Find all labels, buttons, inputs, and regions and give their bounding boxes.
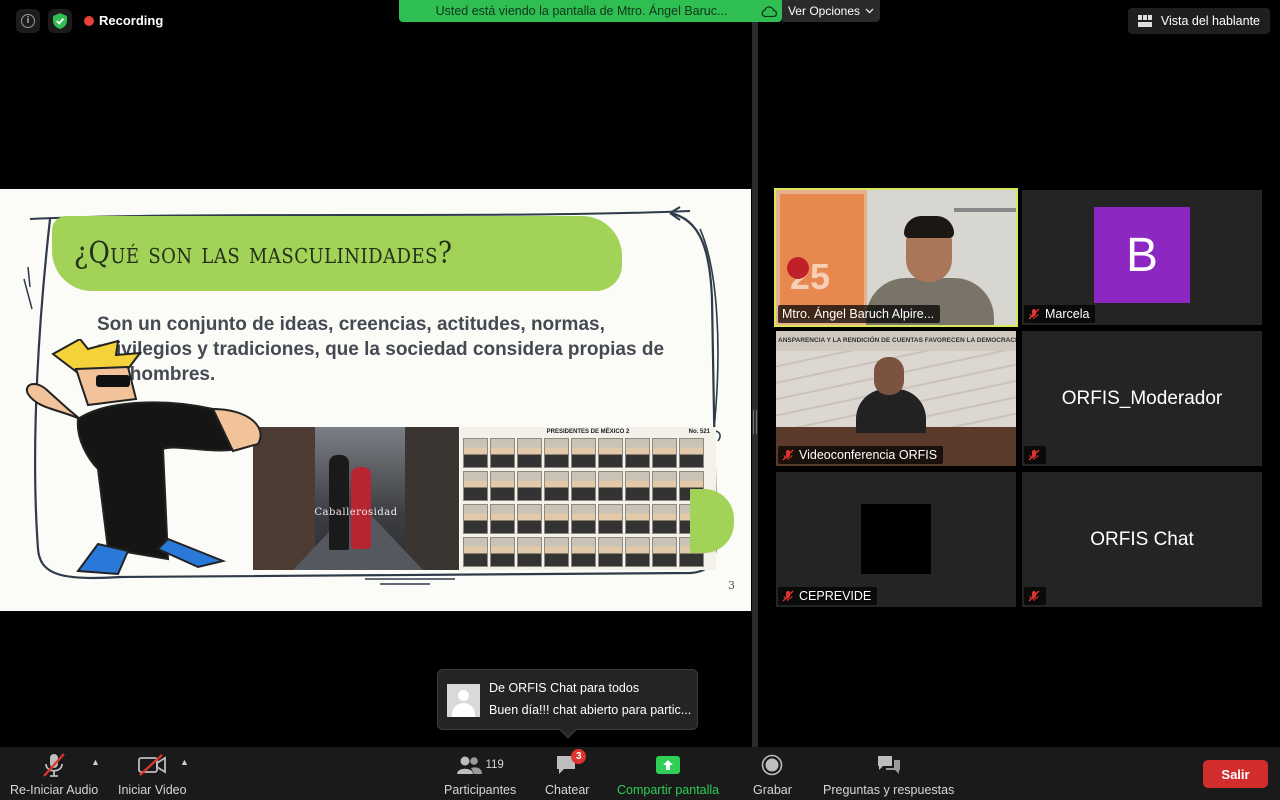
avatar [447,684,480,717]
record-icon [762,754,783,776]
shield-check-icon [53,13,67,29]
participants-icon [457,756,483,774]
chat-notification[interactable]: De ORFIS Chat para todos Buen día!!! cha… [437,669,698,739]
participant-display-name: ORFIS_Moderador [1061,387,1223,409]
share-screen-label: Compartir pantalla [617,783,720,797]
speaker-view-label: Vista del hablante [1160,14,1260,28]
qa-button[interactable]: Preguntas y respuestas [823,751,954,797]
participant-name: Mtro. Ángel Baruch Alpire... [782,307,935,321]
recording-indicator[interactable]: Recording [84,13,163,28]
info-button[interactable]: i [16,9,40,33]
chat-sender: De ORFIS Chat para todos [489,681,640,695]
mic-muted-icon [782,449,794,461]
presidents-poster: PRESIDENTES DE MÉXICO 2 No. 521 [460,427,716,570]
top-bar: i Recording Usted está viendo la pantall… [0,0,1280,42]
info-icon: i [21,14,35,28]
slide-title: ¿Qué son las masculinidades? [74,236,453,272]
participant-name-tag: CEPREVIDE [778,587,878,605]
audio-options-caret-icon[interactable]: ▲ [91,757,101,767]
chat-button[interactable]: 3 Chatear [545,749,590,797]
video-options-caret-icon[interactable]: ▲ [180,757,190,767]
video-off-placeholder [861,504,931,574]
couple-photo: Caballerosidad [253,427,459,570]
chat-unread-badge: 3 [571,749,587,764]
split-view-divider[interactable] [752,22,758,747]
grid-view-icon [1137,15,1152,27]
drag-handle-icon [753,410,757,434]
leave-button[interactable]: Salir [1203,760,1268,788]
recording-label: Recording [99,13,164,28]
audio-button[interactable]: Re-Iniciar Audio [10,751,98,797]
video-tile[interactable]: CEPREVIDE [776,472,1016,607]
participants-count: 119 [485,759,504,771]
record-button[interactable]: Grabar [753,751,792,797]
share-screen-button[interactable]: Compartir pantalla [617,751,719,797]
participant-display-name: ORFIS Chat [1090,528,1194,550]
participant-name: Marcela [1045,307,1090,321]
video-tile[interactable]: ORFIS Chat [1022,472,1262,607]
mic-muted-icon [782,590,794,602]
participant-name: Videoconferencia ORFIS [799,448,938,462]
video-tile[interactable]: ORFIS_Moderador [1022,331,1262,466]
security-button[interactable] [48,9,72,33]
mic-muted-icon [1028,449,1040,461]
view-options-label: Ver Opciones [787,4,861,18]
participant-name-tag: Marcela [1024,305,1096,323]
qa-label: Preguntas y respuestas [823,783,955,797]
video-tile[interactable]: ANSPARENCIA Y LA RENDICIÓN DE CUENTAS FA… [776,331,1016,466]
recording-dot-icon [84,15,94,26]
view-options-dropdown[interactable]: Ver Opciones [782,0,880,22]
screen-share-banner: Usted está viendo la pantalla de Mtro. Á… [399,0,782,22]
video-button[interactable]: Iniciar Video [118,751,187,797]
cartoon-character-illustration [25,339,262,576]
participant-name-tag [1024,446,1046,464]
presidents-header: PRESIDENTES DE MÉXICO 2 [546,429,630,435]
participant-name-tag: Mtro. Ángel Baruch Alpire... [778,305,941,323]
speaker-view-button[interactable]: Vista del hablante [1127,8,1270,34]
shared-screen[interactable]: ¿Qué son las masculinidades? Son un conj… [0,189,751,611]
mic-muted-icon [1028,308,1040,320]
video-button-label: Iniciar Video [118,783,187,797]
participants-button[interactable]: 119 Participantes [444,751,516,797]
avatar: B [1094,207,1190,303]
slide-page-number: 3 [728,579,735,592]
photo-caption: Caballerosidad [314,507,398,518]
share-screen-icon [656,756,681,774]
video-banner-text: ANSPARENCIA Y LA RENDICIÓN DE CUENTAS FA… [776,331,1016,351]
video-tile[interactable]: B Marcela [1022,190,1262,325]
participants-label: Participantes [444,783,517,797]
chat-message-preview: Buen día!!! chat abierto para partic... [489,703,692,717]
chevron-down-icon [865,8,874,14]
participant-name-tag: Videoconferencia ORFIS [778,446,944,464]
cloud-icon [756,5,782,17]
qa-icon [877,756,900,774]
video-off-icon [138,754,167,776]
mic-muted-icon [1028,590,1040,602]
audio-button-label: Re-Iniciar Audio [10,783,99,797]
share-banner-text: Usted está viendo la pantalla de Mtro. Á… [435,4,728,18]
meeting-toolbar: Re-Iniciar Audio ▲ Iniciar Video ▲ 119 P… [0,747,1280,800]
participant-name: CEPREVIDE [799,589,872,603]
record-label: Grabar [753,783,792,797]
chat-label: Chatear [545,783,590,797]
mic-muted-icon [43,753,65,777]
participant-name-tag [1024,587,1046,605]
presidents-number: No. 521 [688,429,710,435]
video-tile-active-speaker[interactable]: 25 Mtro. Ángel Baruch Alpire... [774,188,1018,327]
